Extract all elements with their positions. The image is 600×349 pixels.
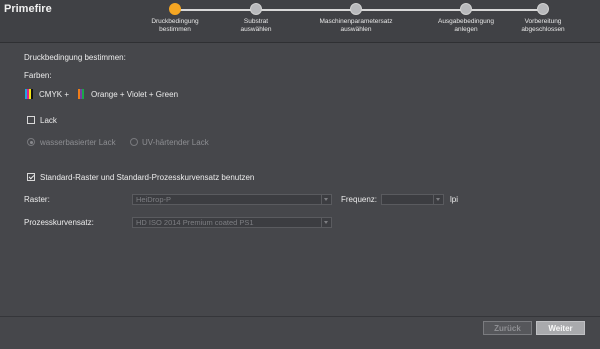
wizard-header: Primefire Druckbedingung bestimmen Subst… — [0, 0, 600, 43]
step-dot — [537, 3, 549, 15]
next-button[interactable]: Weiter — [536, 321, 585, 335]
raster-label: Raster: — [24, 195, 50, 204]
uv-lack-radio[interactable] — [130, 138, 138, 146]
back-button[interactable]: Zurück — [483, 321, 532, 335]
step-dot — [250, 3, 262, 15]
step-label: Substrat auswählen — [240, 18, 272, 33]
step-maschinenparameter[interactable]: Maschinenparametersatz auswählen — [311, 3, 401, 34]
frequenz-label: Frequenz: — [341, 195, 378, 204]
uv-lack-label: UV-härtender Lack — [142, 138, 209, 147]
standard-checkbox[interactable] — [27, 173, 35, 181]
chevron-down-icon — [321, 195, 331, 204]
prozess-value: HD ISO 2014 Premium coated PS1 — [136, 218, 254, 227]
step-druckbedingung[interactable]: Druckbedingung bestimmen — [130, 3, 220, 34]
lack-label: Lack — [40, 116, 57, 125]
standard-label: Standard-Raster und Standard-Prozesskurv… — [40, 173, 255, 182]
chevron-down-icon — [433, 195, 443, 204]
app-title: Primefire — [4, 3, 52, 15]
extra-colors-label: Orange + Violet + Green — [91, 90, 179, 99]
black-bar — [31, 89, 33, 99]
water-lack-label: wasserbasierter Lack — [40, 138, 116, 147]
green-bar — [82, 89, 84, 99]
step-label: Maschinenparametersatz auswählen — [319, 18, 393, 33]
step-substrat[interactable]: Substrat auswählen — [211, 3, 301, 34]
step-vorbereitung[interactable]: Vorbereitung abgeschlossen — [498, 3, 588, 34]
step-dot-active — [169, 3, 181, 15]
step-label: Druckbedingung bestimmen — [151, 18, 199, 33]
frequenz-select[interactable] — [381, 194, 444, 205]
lack-checkbox[interactable] — [27, 116, 35, 124]
cmyk-label: CMYK + — [39, 90, 70, 99]
step-label: Vorbereitung abgeschlossen — [521, 18, 565, 33]
raster-select[interactable]: HeiDrop-P — [132, 194, 332, 205]
prozess-label: Prozesskurvensatz: — [24, 218, 94, 227]
raster-value: HeiDrop-P — [136, 195, 172, 204]
chevron-down-icon — [321, 218, 331, 227]
frequenz-unit: lpi — [450, 195, 459, 204]
footer-divider — [0, 316, 600, 317]
colors-label: Farben: — [24, 71, 52, 80]
prozess-select[interactable]: HD ISO 2014 Premium coated PS1 — [132, 217, 332, 228]
water-lack-radio[interactable] — [27, 138, 35, 146]
step-dot — [460, 3, 472, 15]
step-dot — [350, 3, 362, 15]
form-heading: Druckbedingung bestimmen: — [24, 53, 126, 62]
